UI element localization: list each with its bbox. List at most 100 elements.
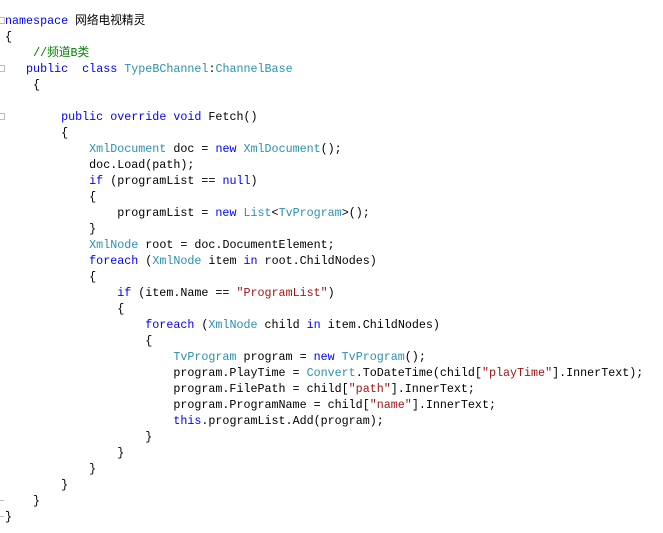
collapse-toggle-icon[interactable] (0, 65, 5, 72)
code-token: TvProgram (173, 350, 237, 364)
code-line[interactable]: if (item.Name == "ProgramList") (5, 285, 663, 301)
code-token: (item.Name == (131, 286, 237, 300)
code-token: foreach (89, 254, 139, 268)
code-token: .programList.Add(program); (201, 414, 384, 428)
code-line[interactable]: if (programList == null) (5, 173, 663, 189)
code-token: (); (320, 142, 342, 156)
code-line[interactable]: } (0, 509, 663, 525)
code-line[interactable]: } (5, 445, 663, 461)
code-token: XmlNode (208, 318, 258, 332)
code-token: { (5, 334, 153, 348)
code-token: 网络电视精灵 (68, 14, 146, 28)
code-token: XmlNode (89, 238, 139, 252)
code-line[interactable]: public override void Fetch() (0, 109, 663, 125)
code-token: in (243, 254, 258, 268)
code-token: namespace (5, 14, 69, 28)
code-line[interactable]: foreach (XmlNode item in root.ChildNodes… (5, 253, 663, 269)
code-token: root = doc.DocumentElement; (138, 238, 335, 252)
code-token: { (5, 302, 125, 316)
code-token: Convert (306, 366, 356, 380)
code-line[interactable]: XmlNode root = doc.DocumentElement; (5, 237, 663, 253)
code-line[interactable]: namespace 网络电视精灵 (0, 13, 663, 29)
code-token: public (26, 62, 69, 76)
code-line[interactable]: { (5, 301, 663, 317)
fold-end-marker-icon (0, 500, 4, 501)
code-token: ( (194, 318, 209, 332)
code-line[interactable]: program.FilePath = child["path"].InnerTe… (5, 381, 663, 397)
code-token: if (89, 174, 104, 188)
code-line[interactable]: TvProgram program = new TvProgram(); (5, 349, 663, 365)
code-line[interactable]: program.PlayTime = Convert.ToDateTime(ch… (5, 365, 663, 381)
code-line[interactable]: programList = new List<TvProgram>(); (5, 205, 663, 221)
code-token: ChannelBase (215, 62, 293, 76)
code-token: in (306, 318, 321, 332)
code-token: program.PlayTime = (5, 366, 307, 380)
code-token: if (117, 286, 132, 300)
code-token: "playTime" (481, 366, 553, 380)
code-token: program.FilePath = child[ (5, 382, 349, 396)
code-line[interactable]: { (5, 333, 663, 349)
code-token: new (313, 350, 335, 364)
code-token: { (5, 190, 97, 204)
code-token: ) (327, 286, 335, 300)
fold-end-marker-icon (0, 516, 4, 517)
code-token: "path" (348, 382, 391, 396)
code-token: } (5, 430, 153, 444)
code-line[interactable] (5, 93, 663, 109)
code-line[interactable]: } (5, 477, 663, 493)
code-line[interactable]: } (5, 461, 663, 477)
code-line[interactable]: } (5, 221, 663, 237)
code-line[interactable]: program.ProgramName = child["name"].Inne… (5, 397, 663, 413)
code-token: } (5, 446, 125, 460)
code-token: this (173, 414, 202, 428)
code-token: .ToDateTime(child[ (355, 366, 482, 380)
collapse-toggle-icon[interactable] (0, 17, 5, 24)
code-token: program.ProgramName = child[ (5, 398, 370, 412)
code-line[interactable]: { (5, 77, 663, 93)
code-token: ].InnerText); (552, 366, 644, 380)
code-line[interactable]: } (0, 493, 663, 509)
code-token: void (173, 110, 202, 124)
code-line[interactable]: doc.Load(path); (5, 157, 663, 173)
code-line[interactable]: { (5, 29, 663, 45)
code-line[interactable]: foreach (XmlNode child in item.ChildNode… (5, 317, 663, 333)
collapse-toggle-icon[interactable] (0, 113, 5, 120)
code-token: Fetch() (201, 110, 258, 124)
code-token: override (110, 110, 167, 124)
code-token: TvProgram (341, 350, 405, 364)
code-line[interactable]: //频道B类 (5, 45, 663, 61)
code-token: >(); (341, 206, 370, 220)
code-token: item (201, 254, 244, 268)
code-token: XmlDocument (243, 142, 321, 156)
code-editor[interactable]: namespace 网络电视精灵{ //频道B类 public class Ty… (0, 13, 663, 533)
code-token: TvProgram (278, 206, 342, 220)
code-token: ].InnerText; (411, 398, 496, 412)
code-token: root.ChildNodes) (257, 254, 377, 268)
code-line[interactable]: { (5, 125, 663, 141)
code-token: doc.Load(path); (5, 158, 195, 172)
code-line[interactable]: this.programList.Add(program); (5, 413, 663, 429)
code-line[interactable]: public class TypeBChannel:ChannelBase (0, 61, 663, 77)
code-line[interactable]: { (5, 189, 663, 205)
code-token: ].InnerText; (390, 382, 475, 396)
code-line[interactable]: { (5, 269, 663, 285)
code-line[interactable]: XmlDocument doc = new XmlDocument(); (5, 141, 663, 157)
code-token: doc = (166, 142, 216, 156)
code-token: { (5, 30, 13, 44)
code-token: < (271, 206, 279, 220)
code-line[interactable]: } (5, 429, 663, 445)
code-token: } (5, 510, 13, 524)
code-token: "ProgramList" (236, 286, 328, 300)
code-token: null (222, 174, 251, 188)
